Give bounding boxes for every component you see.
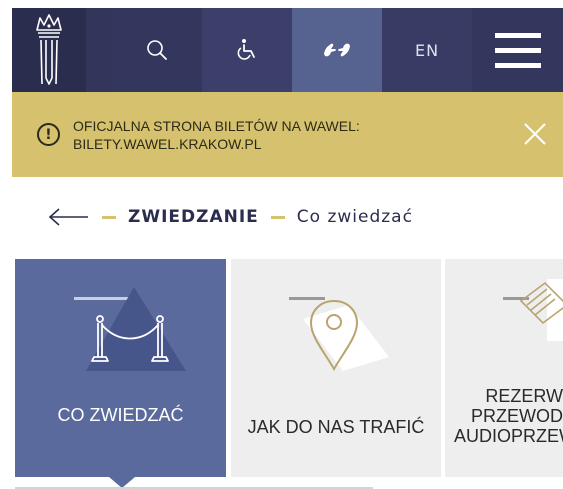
navbar-spacer (86, 8, 112, 92)
hamburger-menu-icon (494, 32, 541, 68)
card-rezerwacja-przewodnika[interactable]: REZERW PRZEWOD AUDIOPRZEW (445, 259, 563, 477)
search-button[interactable] (112, 8, 202, 92)
ticket-alert-banner: ! OFICJALNA STRONA BILETÓW NA WAWEL: BIL… (12, 92, 563, 177)
alert-text-line1: OFICJALNA STRONA BILETÓW NA WAWEL: (73, 117, 360, 134)
accessibility-button[interactable] (202, 8, 292, 92)
card-jak-do-nas-trafic[interactable]: JAK DO NAS TRAFIĆ (231, 259, 441, 477)
language-label: EN (414, 40, 440, 60)
breadcrumb-current: Co zwiedzać (296, 207, 413, 227)
wawel-crown-logo-icon (36, 14, 62, 85)
card-label: JAK DO NAS TRAFIĆ (247, 417, 425, 437)
exclamation-icon: ! (37, 123, 60, 146)
breadcrumb-separator (270, 215, 285, 219)
menu-button[interactable] (472, 8, 563, 92)
card-label-line: REZERW (485, 386, 563, 406)
language-switch[interactable]: EN (382, 8, 472, 92)
wawel-logo[interactable] (12, 8, 86, 92)
tickets-icon (519, 279, 563, 341)
card-label-line: AUDIOPRZEW (454, 426, 563, 446)
top-navbar: EN (12, 8, 563, 92)
sign-language-button[interactable] (292, 8, 382, 92)
card-label: CO ZWIEDZAĆ (57, 405, 184, 425)
back-arrow-icon[interactable] (48, 207, 90, 227)
card-co-zwiedzac[interactable]: CO ZWIEDZAĆ (15, 259, 226, 477)
alert-text: OFICJALNA STRONA BILETÓW NA WAWEL: BILET… (73, 117, 360, 153)
close-icon[interactable] (523, 122, 547, 146)
wheelchair-icon (237, 39, 255, 60)
breadcrumb-section[interactable]: ZWIEDZANIE (128, 207, 259, 227)
sign-language-icon (324, 43, 350, 57)
map-pin-icon (303, 299, 389, 372)
breadcrumb-separator (102, 215, 116, 219)
card-label-line: PRZEWOD (471, 406, 563, 426)
breadcrumb: ZWIEDZANIE Co zwiedzać (48, 204, 413, 230)
alert-link[interactable]: BILETY.WAWEL.KRAKOW.PL (73, 135, 360, 153)
search-icon (147, 40, 167, 60)
card-label: REZERW PRZEWOD AUDIOPRZEW (454, 386, 563, 446)
rope-barrier-icon (86, 287, 186, 371)
